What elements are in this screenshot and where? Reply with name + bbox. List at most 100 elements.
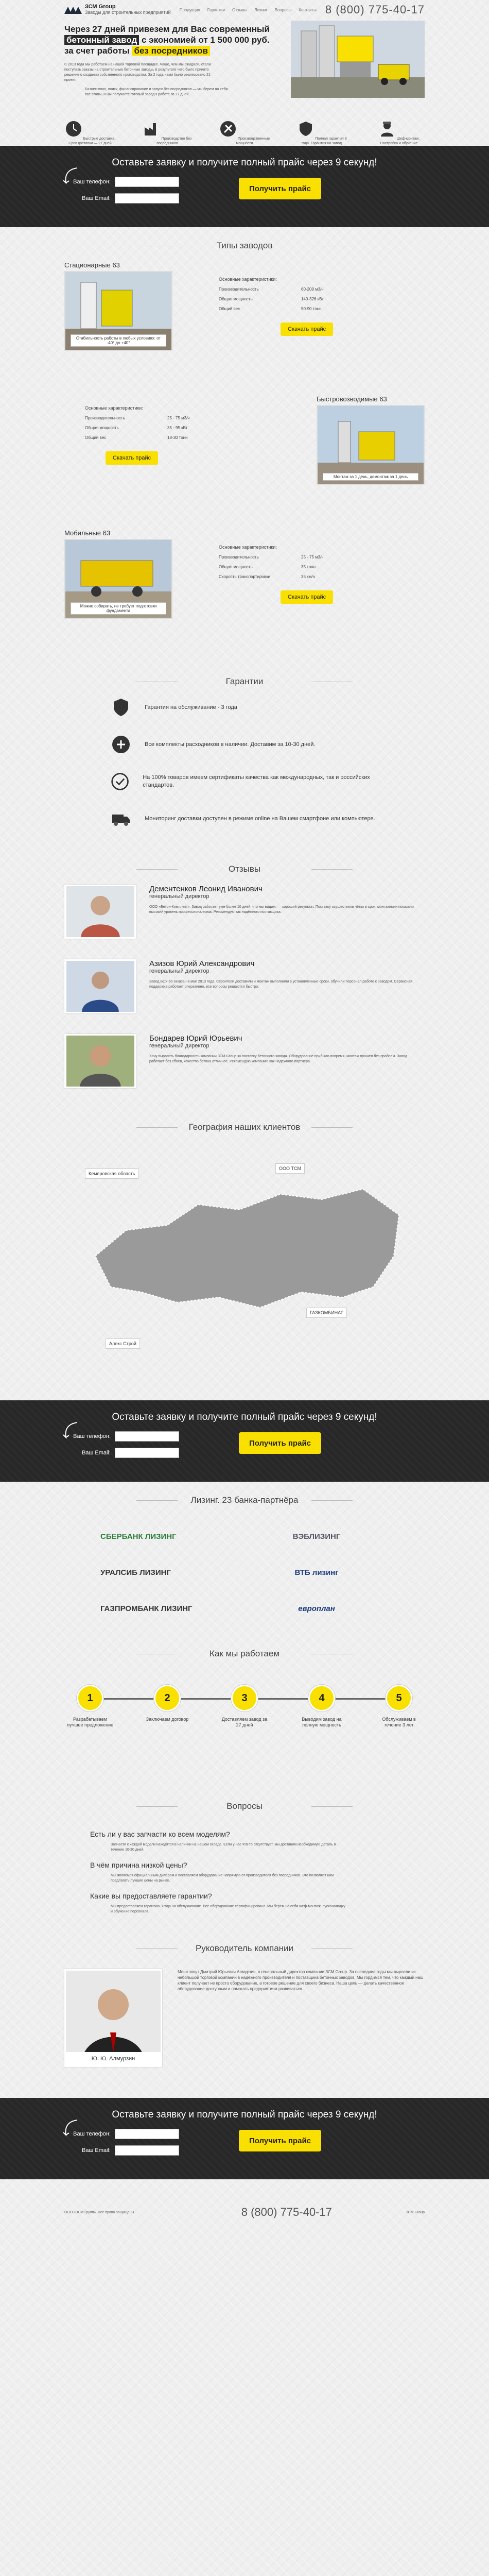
plant-specs: Основные характеристики: Производительно… [85,405,229,465]
feature-installation: Шеф-монтаж. Настройка и обучение [373,120,425,146]
footer-text: ООО «ЗСМ Групп». Все права защищены. [64,2210,135,2214]
reviewer-photo [64,959,136,1013]
hero-section: Через 27 дней привезем для Вас современн… [0,20,489,146]
director-section: Ю. Ю. Алмурзин Меня зовут Дмитрий Юрьеви… [64,1969,425,2067]
reviewer-photo [64,885,136,939]
faq-question[interactable]: В чём причина низкой цены? [90,1861,399,1869]
hero-text-2: Бизнес-план, поиск, финансирование и зап… [85,88,228,96]
plant-specs: Основные характеристики: Производительно… [219,545,363,604]
email-input[interactable] [115,193,179,204]
reviewer-photo [64,1034,136,1088]
header-phone[interactable]: 8 (800) 775-40-17 [325,3,425,16]
worker-icon [380,122,393,137]
feature-capacity: Производственные мощности [219,120,270,146]
review-text: Хочу выразить благодарность компании ЗСМ… [149,1055,407,1063]
plant-stationary: Стационарные 63 Стабильность работы в лю… [64,261,425,395]
main-menu: Продукция Гарантии Отзывы Лизинг Вопросы… [180,8,317,12]
reviewer-name: Дементенков Леонид Иванович [149,885,263,893]
get-price-button[interactable]: Получить прайс [239,1432,321,1454]
download-price-button[interactable]: Скачать прайс [281,323,334,336]
faq-answer: Запчасти к каждой модели находятся в нал… [111,1843,336,1852]
factory-icon [144,123,156,135]
shield-icon [114,699,128,716]
phone-label: Ваш телефон: [73,2131,111,2137]
step-item: 3 Доставляем завод за 27 дней [219,1685,270,1728]
menu-item-faq[interactable]: Вопросы [275,8,292,12]
phone-input[interactable] [115,177,179,187]
map-label-gazkombinat: ГАЗКОМБИНАТ [306,1308,347,1318]
menu-item-reviews[interactable]: Отзывы [232,8,247,12]
director-title: Руководитель компании [0,1930,489,1964]
reviewer-name: Бондарев Юрий Юрьевич [149,1034,242,1043]
features-row: Быстрые доставка. Срок доставки — 27 дне… [64,120,425,146]
guarantee-item: На 100% товаров имеем сертификаты качест… [111,771,378,792]
director-text: Меня зовут Дмитрий Юрьевич Алмурзин, я г… [178,1970,424,1991]
steps-title: Как мы работаем [0,1635,489,1669]
logo[interactable]: ЗСМ Group Заводы для строительных предпр… [64,4,171,15]
plant-photo [318,406,424,484]
logo-company: ЗСМ Group [85,4,116,10]
menu-item-contacts[interactable]: Контакты [299,8,317,12]
phone-input[interactable] [115,2129,179,2139]
check-icon [111,773,129,790]
phone-input[interactable] [115,1431,179,1442]
step-item: 2 Заключаем договор [142,1685,193,1722]
plant-name: Мобильные 63 [64,529,111,537]
footer-company: ЗСМ Group [406,2210,425,2214]
tools-icon [220,121,236,137]
bank-logo-sberbank: СБЕРБАНК ЛИЗИНГ [100,1532,177,1541]
plant-caption: Можно собирать, не требует подготовки фу… [71,602,166,615]
geo-title: География наших клиентов [0,1109,489,1143]
plant-image: Стабильность работы в любых условиях: от… [64,271,172,351]
get-price-button[interactable]: Получить прайс [239,2130,321,2151]
download-price-button[interactable]: Скачать прайс [281,590,334,604]
cta-form-3: Оставьте заявку и получите полный прайс … [0,2098,489,2179]
step-item: 4 Выводим завод на полную мощность [296,1685,347,1728]
download-price-button[interactable]: Скачать прайс [106,451,159,465]
footer: ООО «ЗСМ Групп». Все права защищены. 8 (… [0,2179,489,2245]
hero-concrete-plant-image [291,21,425,98]
review-text: ООО «Бетон-Комплект». Завод работает уже… [149,905,414,914]
guarantees-section: Гарантия на обслуживание - 3 года Все ко… [0,697,489,851]
step-item: 5 Обслуживаем в течение 3 лет [373,1685,425,1728]
bank-logo-vtb: ВТБ лизинг [294,1568,339,1577]
plant-mobile: Мобильные 63 Можно собирать, не требует … [64,529,425,663]
top-bar: ЗСМ Group Заводы для строительных предпр… [0,0,489,20]
review-item: Дементенков Леонид Иванович генеральный … [64,885,425,939]
guarantee-item: Мониторинг доставки доступен в режиме on… [111,808,378,829]
hero-title: Через 27 дней привезем для Вас современн… [64,24,270,56]
bank-logos: СБЕРБАНК ЛИЗИНГ ВЭБЛИЗИНГ УРАЛСИБ ЛИЗИНГ… [100,1525,389,1620]
email-input[interactable] [115,1448,179,1458]
map-label-tsm: ООО ТСМ [275,1163,305,1174]
cta-form-2: Оставьте заявку и получите полный прайс … [0,1400,489,1482]
guarantee-item: Все комплекты расходников в наличии. Дос… [111,734,378,755]
menu-item-products[interactable]: Продукция [180,8,200,12]
faq-section: Есть ли у вас запчасти ко всем моделям? … [90,1830,399,1914]
faq-question[interactable]: Есть ли у вас запчасти ко всем моделям? [90,1830,399,1838]
feature-delivery: Быстрые доставка. Срок доставки — 27 дне… [64,120,116,146]
plant-name: Стационарные 63 [64,261,120,269]
map-label-aleks: Алекс Строй [106,1338,140,1349]
menu-item-guarantees[interactable]: Гарантии [207,8,225,12]
truck-icon [112,815,130,826]
faq-question[interactable]: Какие вы предоставляете гарантии? [90,1892,399,1900]
reviews-section: Дементенков Леонид Иванович генеральный … [0,885,489,1088]
director-portrait [66,1971,161,2065]
menu-item-leasing[interactable]: Лизинг [254,8,267,12]
phone-label: Ваш телефон: [73,179,111,185]
plant-fast: Быстровозводимые 63 Монтаж за 1 день, де… [64,395,425,529]
plant-name: Быстровозводимые 63 [317,395,387,403]
director-signature: Ю. Ю. Алмурзин [66,2052,161,2065]
cta-form-1: Оставьте заявку и получите полный прайс … [0,146,489,227]
leasing-title: Лизинг. 23 банка-партнёра [0,1482,489,1516]
reviewer-position: генеральный директор [149,893,209,900]
email-input[interactable] [115,2145,179,2156]
clock-icon [65,121,81,137]
plant-specs: Основные характеристики: Производительно… [219,277,363,336]
feature-guarantee: Полная гарантия 3 года. Гарантия на заво… [296,120,347,146]
review-item: Бондарев Юрий Юрьевич генеральный директ… [64,1034,425,1088]
footer-phone[interactable]: 8 (800) 775-40-17 [241,2206,332,2219]
hero-highlight-no-middlemen: без посредников [132,46,210,56]
hero-text: С 2013 года мы работаем на нашей торгово… [64,63,211,82]
get-price-button[interactable]: Получить прайс [239,178,321,199]
